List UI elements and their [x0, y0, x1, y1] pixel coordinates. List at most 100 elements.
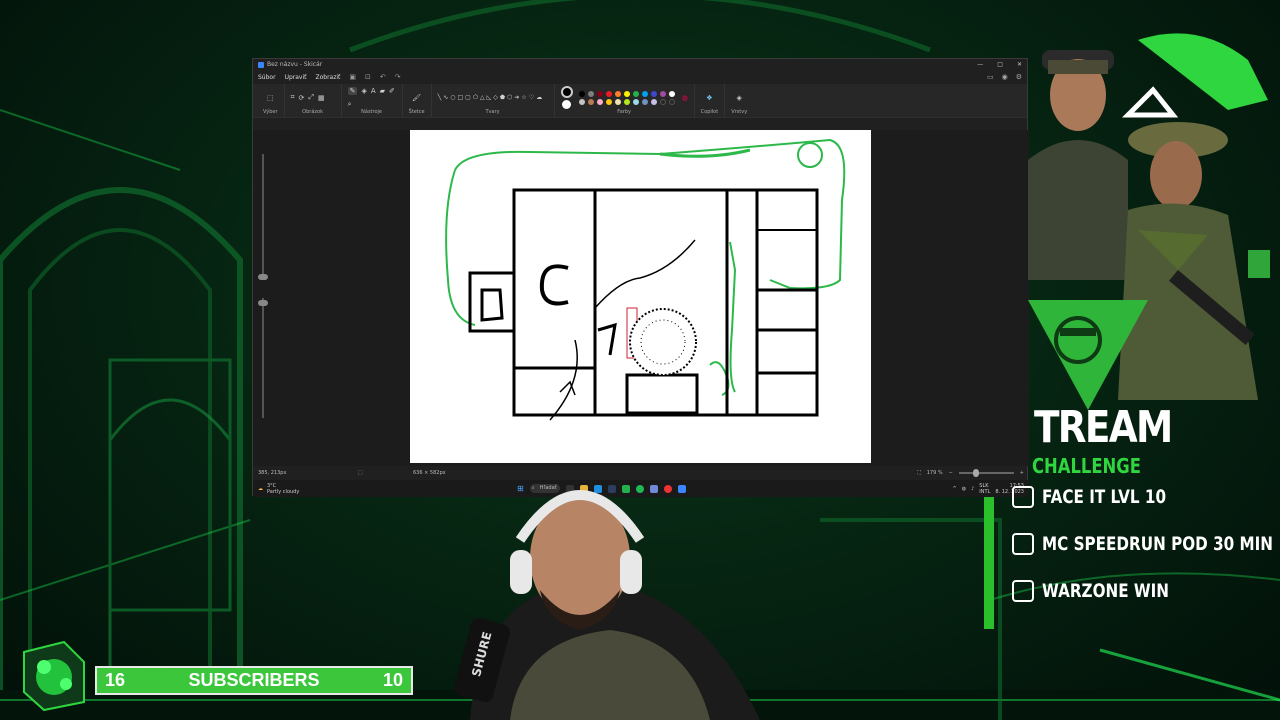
shape-cloud-icon[interactable]: ☁: [536, 94, 542, 101]
selection-size-icon: ⬚: [358, 470, 363, 476]
network-icon[interactable]: ◍: [962, 486, 966, 492]
color-swatch[interactable]: [605, 90, 612, 97]
shape-star-icon[interactable]: ☆: [521, 94, 526, 101]
color-picker-icon[interactable]: ✐: [389, 87, 395, 95]
ribbon-label-colors: Farby: [617, 109, 631, 115]
menu-view[interactable]: Zobraziť: [315, 74, 340, 81]
color-swatch[interactable]: [614, 98, 621, 105]
primary-color[interactable]: [560, 86, 573, 98]
color-swatch[interactable]: [578, 90, 585, 97]
zoom-slider[interactable]: [958, 469, 1014, 477]
color-swatch[interactable]: [596, 90, 603, 97]
ribbon-group-brushes: 🖌 Štetce: [403, 84, 432, 117]
pencil-icon[interactable]: ✎: [347, 86, 358, 95]
redo-icon[interactable]: ↷: [395, 73, 401, 81]
ribbon-label-tools: Nástroje: [361, 109, 382, 115]
color-swatch[interactable]: [614, 90, 621, 97]
layers-icon[interactable]: ◈: [736, 94, 741, 102]
ribbon-group-image: ⌗ ⟳ ⤢ ▦ Obrázok: [285, 84, 342, 117]
color-swatch[interactable]: [659, 90, 666, 97]
paint-menubar: Súbor Upraviť Zobraziť ▣ ⊡ ↶ ↷ ▭ ◉ ⚙: [253, 70, 1027, 84]
copilot-icon[interactable]: ❖: [706, 94, 712, 102]
subscriber-current: 16: [105, 670, 126, 690]
shape-roundrect-icon[interactable]: ▢: [465, 94, 471, 101]
color-swatch[interactable]: [587, 90, 594, 97]
weather-icon[interactable]: ☁: [258, 486, 263, 492]
subscriber-goal: 10: [382, 670, 403, 690]
color-swatch[interactable]: [578, 98, 585, 105]
text-icon[interactable]: A: [371, 87, 376, 95]
shape-diamond-icon[interactable]: ◇: [493, 94, 498, 101]
ribbon-label-image: Obrázok: [302, 109, 323, 115]
crop-icon[interactable]: ⌗: [291, 93, 295, 102]
weather-desc: Partly cloudy: [267, 488, 300, 495]
settings-icon[interactable]: ⚙: [1016, 73, 1022, 81]
fit-icon[interactable]: ⛶: [917, 470, 921, 476]
color-swatch[interactable]: [623, 90, 630, 97]
shape-heart-icon[interactable]: ♡: [529, 94, 534, 101]
secondary-color[interactable]: [562, 100, 572, 109]
soldier-characters-art: [1028, 20, 1280, 410]
brush-icon[interactable]: 🖌: [412, 94, 421, 102]
chevron-up-icon[interactable]: ^: [953, 486, 957, 492]
share-screen-icon[interactable]: ▭: [987, 73, 994, 81]
color-swatch[interactable]: [650, 90, 657, 97]
maximize-icon[interactable]: □: [997, 61, 1003, 68]
lang-layout[interactable]: INTL: [979, 489, 990, 495]
shape-hexagon-icon[interactable]: ⬡: [507, 94, 512, 101]
zoom-level[interactable]: 179 %: [927, 470, 943, 476]
channel-logo: [14, 632, 94, 712]
color-swatch[interactable]: [641, 90, 648, 97]
magnifier-icon[interactable]: ⌕: [348, 100, 352, 109]
zoom-slider-knob[interactable]: [972, 469, 979, 477]
shape-line-icon[interactable]: ╲: [438, 94, 442, 101]
shape-rect-icon[interactable]: □: [457, 94, 463, 101]
ribbon-group-copilot: ❖ Copilot: [695, 84, 726, 117]
drawing-canvas[interactable]: [410, 130, 871, 463]
goal-checkbox: [1012, 486, 1034, 508]
color-swatch[interactable]: [659, 98, 666, 105]
challenge-goal: FACE IT LVL 10: [1012, 486, 1197, 508]
zoom-out-icon[interactable]: −: [949, 470, 953, 476]
select-rectangle-icon[interactable]: ⬚: [267, 94, 274, 102]
save-icon[interactable]: ▣: [349, 73, 356, 81]
shape-pentagon-icon[interactable]: ⬟: [500, 94, 505, 101]
share-icon[interactable]: ⊡: [365, 73, 371, 81]
color-swatch[interactable]: [650, 98, 657, 105]
color-swatch[interactable]: [605, 98, 612, 105]
minimize-icon[interactable]: —: [977, 61, 983, 68]
menu-edit[interactable]: Upraviť: [285, 74, 307, 81]
size-slider-knob[interactable]: [258, 274, 268, 280]
size-slider-track: [262, 154, 264, 274]
menu-file[interactable]: Súbor: [258, 74, 276, 81]
volume-icon[interactable]: ♪: [971, 486, 974, 492]
rotate-icon[interactable]: ⟳: [299, 94, 305, 102]
shape-right-triangle-icon[interactable]: ◺: [487, 94, 492, 101]
shape-triangle-icon[interactable]: △: [480, 94, 485, 101]
color-swatch[interactable]: [623, 98, 630, 105]
image-options-icon[interactable]: ▦: [318, 94, 325, 102]
color-swatch[interactable]: [596, 98, 603, 105]
challenge-goal: WARZONE WIN: [1012, 580, 1201, 602]
resize-icon[interactable]: ⤢: [308, 93, 314, 102]
challenge-subtitle: CHALLENGE: [1032, 454, 1141, 478]
color-swatch[interactable]: [587, 98, 594, 105]
eraser-icon[interactable]: ▰: [380, 87, 385, 95]
close-icon[interactable]: ✕: [1017, 61, 1022, 68]
subscriber-goal-bar: 16 SUBSCRIBERS 10: [95, 666, 413, 695]
fill-icon[interactable]: ◈: [361, 87, 366, 95]
undo-icon[interactable]: ↶: [380, 73, 386, 81]
opacity-slider-knob[interactable]: [258, 300, 268, 306]
shape-polygon-icon[interactable]: ⬠: [473, 94, 478, 101]
color-swatch[interactable]: [641, 98, 648, 105]
edit-colors-icon[interactable]: ◍: [682, 94, 688, 102]
color-swatch[interactable]: [668, 90, 675, 97]
shape-arrow-icon[interactable]: ➔: [514, 94, 519, 101]
color-swatch[interactable]: [668, 98, 675, 105]
color-swatch[interactable]: [632, 98, 639, 105]
shape-oval-icon[interactable]: ○: [450, 94, 455, 101]
color-swatch[interactable]: [632, 90, 639, 97]
ribbon-group-shapes: ╲ ∿ ○ □ ▢ ⬠ △ ◺ ◇ ⬟ ⬡ ➔ ☆ ♡ ☁ Tvary: [432, 84, 555, 117]
account-icon[interactable]: ◉: [1002, 73, 1008, 81]
shape-curve-icon[interactable]: ∿: [443, 94, 448, 101]
